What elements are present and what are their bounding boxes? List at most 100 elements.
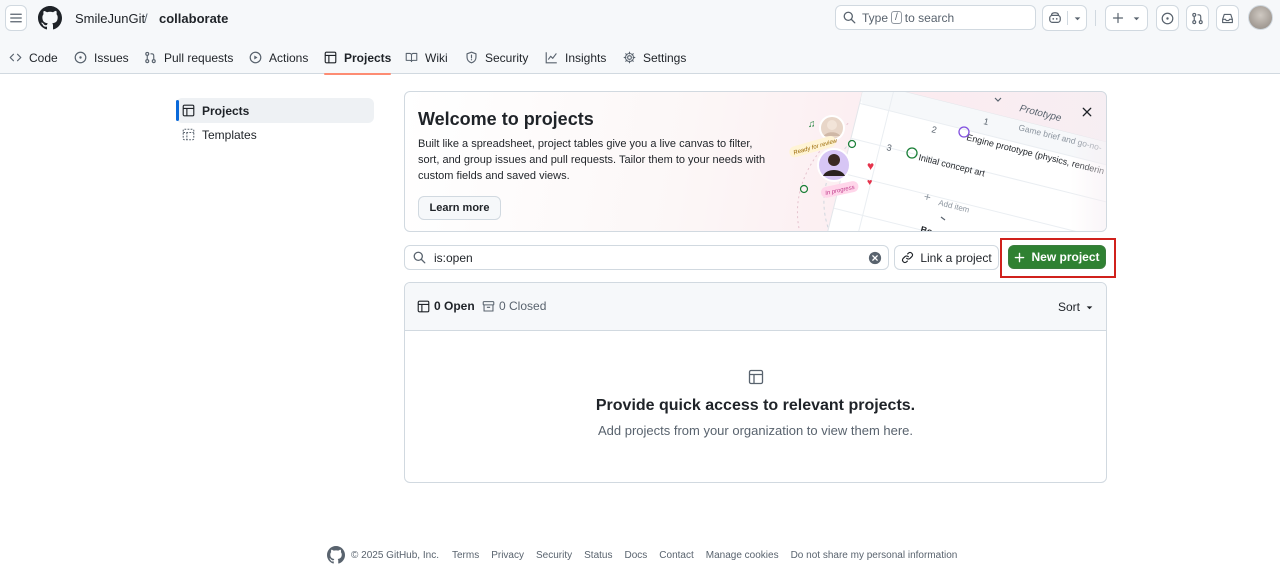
svg-text:♥: ♥ [867,177,872,187]
issues-button[interactable] [1156,5,1179,31]
search-input[interactable]: Type / to search [835,5,1036,30]
project-filter-input[interactable]: is:open [404,245,889,270]
footer-link-terms[interactable]: Terms [452,550,479,561]
clear-icon [868,251,882,265]
play-icon [249,51,262,64]
plus-icon [1112,12,1124,24]
search-shortcut-key: / [891,11,902,24]
code-icon [9,53,22,62]
highlight-box [1000,238,1116,278]
search-icon [843,11,856,24]
github-logo-icon[interactable] [38,6,62,30]
footer-link-docs[interactable]: Docs [624,550,647,561]
graph-icon [545,52,557,64]
sidebar-item-label: Templates [202,127,257,142]
close-icon [1082,107,1092,117]
empty-state-title: Provide quick access to relevant project… [595,397,916,414]
footer-link-manage-cookies[interactable]: Manage cookies [706,550,779,561]
app-header: SmileJunGit / collaborate Type / to sear… [0,0,1280,75]
tab-label: Security [485,50,529,65]
sidebar-item-projects[interactable]: Projects [176,98,374,123]
tab-label: Insights [565,50,607,65]
welcome-title: Welcome to projects [418,109,594,129]
avatar[interactable] [1248,5,1273,30]
svg-text:♫: ♫ [808,119,816,130]
chevron-down-icon [1133,16,1140,20]
copilot-button[interactable] [1042,5,1087,31]
page-footer: © 2025 GitHub, Inc. Terms Privacy Securi… [327,546,969,564]
welcome-banner: Welcome to projects Built like a spreads… [404,91,1107,232]
copilot-icon [1048,12,1061,23]
tab-insights[interactable]: Insights [545,41,606,74]
table-icon [324,51,337,64]
link-project-label: Link a project [920,250,992,265]
pull-request-icon [1192,12,1203,24]
footer-copyright: © 2025 GitHub, Inc. [351,549,439,561]
tab-label: Wiki [425,50,448,65]
header-divider [1095,10,1096,26]
link-project-button[interactable]: Link a project [894,245,999,270]
sidebar-item-label: Projects [202,103,250,118]
gear-icon [623,51,636,64]
clear-filter-button[interactable] [868,251,882,265]
shield-icon [466,51,477,64]
link-icon [902,252,914,263]
breadcrumb-repo[interactable]: collaborate [159,11,228,26]
tab-code[interactable]: Code [9,41,58,74]
inbox-icon [1222,13,1233,23]
tab-wiki[interactable]: Wiki [405,41,448,74]
sidebar-active-indicator [176,100,179,121]
issue-icon [1161,12,1174,24]
search-suffix: to search [904,10,955,25]
tab-label: Settings [643,50,687,65]
create-new-button[interactable] [1105,5,1148,31]
learn-more-button[interactable]: Learn more [418,196,501,220]
template-icon [182,128,195,141]
footer-link-do-not-share[interactable]: Do not share my personal information [791,550,958,561]
welcome-description: Built like a spreadsheet, project tables… [418,138,766,182]
search-prefix: Type [862,10,889,25]
tab-issues[interactable]: Issues [74,41,129,74]
open-projects-filter[interactable]: 0 Open [417,299,475,313]
projects-list-header: 0 Open 0 Closed Sort [405,283,1106,331]
pull-request-icon [145,51,156,64]
projects-illustration: Prototype 1 Game brief and go-no- 2 Engi… [789,92,1106,231]
illustration-header: Prototype [1018,103,1063,124]
footer-link-contact[interactable]: Contact [659,550,693,561]
breadcrumb-owner[interactable]: SmileJunGit [75,11,145,26]
open-count-label: 0 Open [434,299,475,313]
tab-label: Code [29,50,58,65]
chevron-down-icon [1074,16,1080,20]
tab-settings[interactable]: Settings [623,41,686,74]
tab-label: Issues [94,50,129,65]
tab-label: Pull requests [164,50,234,65]
hamburger-icon [10,13,22,23]
svg-text:♥: ♥ [867,159,874,173]
tab-actions[interactable]: Actions [249,41,308,74]
sort-dropdown[interactable]: Sort [1058,300,1094,314]
book-icon [405,52,418,63]
tab-pull-requests[interactable]: Pull requests [144,41,233,74]
footer-link-status[interactable]: Status [584,550,612,561]
filter-value: is:open [434,250,473,265]
breadcrumb-separator: / [144,11,148,26]
footer-link-privacy[interactable]: Privacy [491,550,524,561]
inbox-button[interactable] [1216,5,1239,31]
pull-requests-button[interactable] [1186,5,1209,31]
close-banner-button[interactable] [1079,104,1095,120]
tab-label: Actions [269,50,309,65]
footer-link-security[interactable]: Security [536,550,572,561]
tab-projects[interactable]: Projects [324,41,392,75]
tab-security[interactable]: Security [465,41,528,74]
tab-label: Projects [344,50,392,65]
chevron-down-icon [1086,305,1093,309]
sort-label: Sort [1057,300,1080,314]
github-logo-icon[interactable] [327,546,345,564]
empty-state-description: Add projects from your organization to v… [597,423,914,438]
closed-projects-filter[interactable]: 0 Closed [482,299,546,313]
table-icon [417,300,430,312]
sidebar-item-templates[interactable]: Templates [176,122,374,147]
closed-count-label: 0 Closed [499,299,547,313]
archive-icon [482,300,495,311]
menu-button[interactable] [5,5,27,31]
